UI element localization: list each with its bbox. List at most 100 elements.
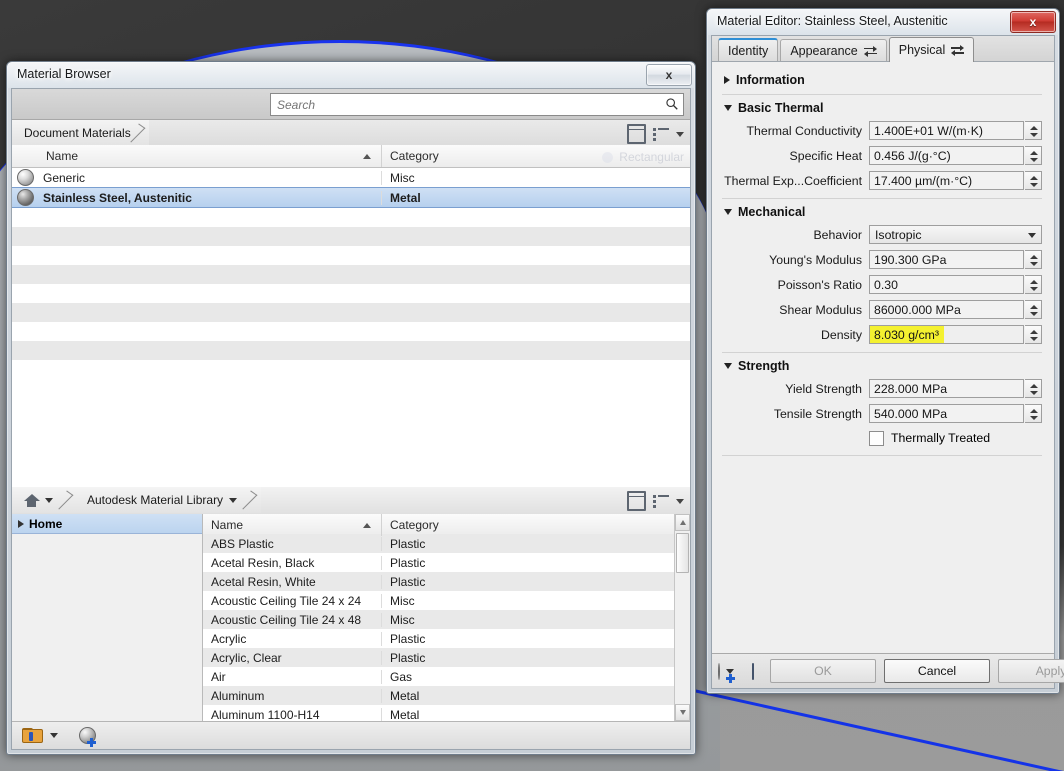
field-input-strength-0[interactable]	[869, 379, 1024, 398]
stepper-down-icon[interactable]	[1030, 287, 1038, 291]
tab-physical[interactable]: Physical	[888, 37, 975, 62]
stepper-thermal-0[interactable]	[1025, 121, 1042, 140]
scrollbar-thumb[interactable]	[676, 533, 689, 573]
search-input[interactable]	[275, 96, 661, 114]
swap-arrows-icon[interactable]	[863, 45, 877, 57]
table-row-empty[interactable]	[12, 341, 690, 360]
stepper-up-icon[interactable]	[1030, 176, 1038, 180]
ok-button[interactable]: OK	[770, 659, 876, 683]
table-row[interactable]: Generic Misc	[12, 168, 690, 187]
asset-browser-icon[interactable]	[752, 662, 754, 680]
stepper-mech-1[interactable]	[1025, 275, 1042, 294]
stepper-down-icon[interactable]	[1030, 183, 1038, 187]
section-header-mechanical[interactable]: Mechanical	[724, 205, 1042, 219]
scroll-down-arrow-icon[interactable]	[675, 704, 690, 721]
cancel-button[interactable]: Cancel	[884, 659, 990, 683]
stepper-strength-1[interactable]	[1025, 404, 1042, 423]
library-list-view-icon[interactable]	[653, 495, 669, 508]
document-materials-panel[interactable]: Name Category Generic Misc Stainless Steel…	[12, 145, 690, 488]
breadcrumb-home[interactable]: Autodesk Material Library	[12, 487, 262, 513]
list-view-icon[interactable]	[653, 128, 669, 141]
stepper-up-icon[interactable]	[1030, 330, 1038, 334]
scroll-up-arrow-icon[interactable]	[675, 514, 690, 531]
column-header-name[interactable]: Name	[38, 145, 381, 167]
home-chevron-down-icon[interactable]	[45, 497, 53, 503]
list-item[interactable]: Acrylic Plastic	[203, 629, 674, 648]
chevron-down-icon[interactable]	[676, 131, 684, 137]
list-item[interactable]: Acetal Resin, Black Plastic	[203, 553, 674, 572]
field-input-thermal-0[interactable]	[869, 121, 1024, 140]
stepper-up-icon[interactable]	[1030, 305, 1038, 309]
field-input-mech-2[interactable]	[869, 300, 1024, 319]
expand-triangle-icon[interactable]	[18, 519, 24, 528]
apply-button[interactable]: Apply	[998, 659, 1064, 683]
material-editor-window[interactable]: Material Editor: Stainless Steel, Austen…	[706, 8, 1064, 694]
library-scrollbar[interactable]	[674, 514, 690, 721]
tree-item-home[interactable]: Home	[12, 514, 202, 534]
stepper-down-icon[interactable]	[1030, 312, 1038, 316]
library-chevron-down-icon[interactable]	[229, 497, 238, 503]
search-box[interactable]	[270, 93, 684, 116]
list-item[interactable]: Acoustic Ceiling Tile 24 x 48 Misc	[203, 610, 674, 629]
list-item[interactable]: Acetal Resin, White Plastic	[203, 572, 674, 591]
folder-chevron-down-icon[interactable]	[50, 733, 58, 738]
browser-close-button[interactable]: x	[646, 64, 692, 86]
table-row-empty[interactable]	[12, 265, 690, 284]
stepper-down-icon[interactable]	[1030, 391, 1038, 395]
table-row[interactable]: Stainless Steel, Austenitic Metal	[12, 187, 690, 208]
material-browser-window[interactable]: Material Browser x Document Materials	[6, 61, 696, 755]
list-item[interactable]: Acoustic Ceiling Tile 24 x 24 Misc	[203, 591, 674, 610]
field-input-strength-1[interactable]	[869, 404, 1024, 423]
library-column-header-category[interactable]: Category	[381, 514, 674, 536]
section-header-information[interactable]: Information	[724, 73, 1042, 87]
table-row-empty[interactable]	[12, 246, 690, 265]
swap-arrows-icon[interactable]	[951, 45, 965, 56]
field-input-mech-1[interactable]	[869, 275, 1024, 294]
field-input-mech-3[interactable]	[869, 325, 1024, 344]
breadcrumb-document-materials[interactable]: Document Materials	[12, 120, 149, 146]
stepper-down-icon[interactable]	[1030, 133, 1038, 137]
browser-title-bar[interactable]: Material Browser x	[7, 62, 695, 88]
folder-settings-icon[interactable]	[22, 728, 43, 743]
stepper-mech-3[interactable]	[1025, 325, 1042, 344]
column-header-category[interactable]: Category	[381, 145, 690, 167]
table-row-empty[interactable]	[12, 284, 690, 303]
library-material-list[interactable]: Name Category ABS Plastic Plastic Acetal R…	[203, 514, 674, 721]
table-row-empty[interactable]	[12, 303, 690, 322]
thermally-treated-row[interactable]: Thermally Treated	[869, 428, 1042, 448]
stepper-up-icon[interactable]	[1030, 126, 1038, 130]
field-input-thermal-2[interactable]	[869, 171, 1024, 190]
panel-toggle-icon[interactable]	[627, 124, 646, 144]
field-input-thermal-1[interactable]	[869, 146, 1024, 165]
stepper-mech-2[interactable]	[1025, 300, 1042, 319]
behavior-select[interactable]: Isotropic	[869, 225, 1042, 244]
stepper-down-icon[interactable]	[1030, 416, 1038, 420]
editor-close-button[interactable]: x	[1010, 11, 1056, 33]
list-item[interactable]: Aluminum 1100-H14 Metal	[203, 705, 674, 721]
list-item[interactable]: Air Gas	[203, 667, 674, 686]
stepper-up-icon[interactable]	[1030, 255, 1038, 259]
editor-title-bar[interactable]: Material Editor: Stainless Steel, Austen…	[707, 9, 1059, 35]
list-item[interactable]: Acrylic, Clear Plastic	[203, 648, 674, 667]
library-column-header-name[interactable]: Name	[203, 514, 381, 536]
library-panel-toggle-icon[interactable]	[627, 491, 646, 511]
stepper-up-icon[interactable]	[1030, 409, 1038, 413]
stepper-mech-0[interactable]	[1025, 250, 1042, 269]
stepper-thermal-2[interactable]	[1025, 171, 1042, 190]
stepper-down-icon[interactable]	[1030, 262, 1038, 266]
stepper-strength-0[interactable]	[1025, 379, 1042, 398]
table-row-empty[interactable]	[12, 227, 690, 246]
thermally-treated-checkbox[interactable]	[869, 430, 884, 446]
table-row-empty[interactable]	[12, 322, 690, 341]
stepper-up-icon[interactable]	[1030, 384, 1038, 388]
tab-identity[interactable]: Identity	[718, 38, 779, 61]
section-header-strength[interactable]: Strength	[724, 359, 1042, 373]
new-material-sphere-icon[interactable]	[79, 727, 96, 747]
library-chevron-down-icon-2[interactable]	[676, 498, 684, 504]
library-tree[interactable]: Home	[12, 514, 203, 721]
tab-appearance[interactable]: Appearance	[780, 39, 887, 61]
section-header-basic-thermal[interactable]: Basic Thermal	[724, 101, 1042, 115]
list-item[interactable]: ABS Plastic Plastic	[203, 534, 674, 553]
stepper-down-icon[interactable]	[1030, 337, 1038, 341]
table-row-empty[interactable]	[12, 208, 690, 227]
